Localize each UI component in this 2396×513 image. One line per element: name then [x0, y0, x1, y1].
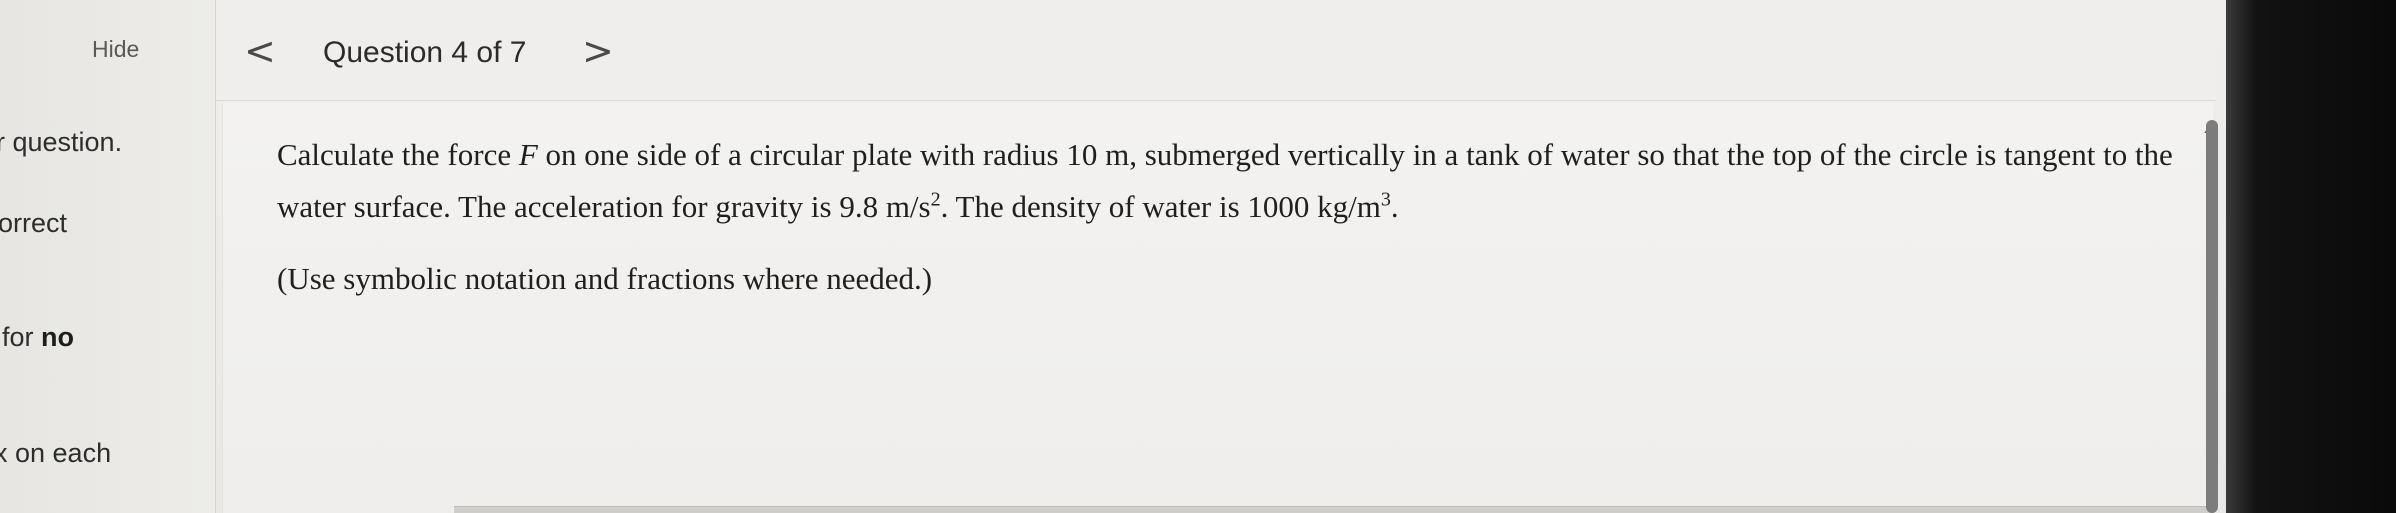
- question-text-part1: Calculate the force: [277, 137, 519, 172]
- exponent-2: 2: [930, 188, 941, 211]
- question-hint: (Use symbolic notation and fractions whe…: [277, 261, 933, 296]
- question-text-part4: .: [1390, 189, 1399, 224]
- exponent-3: 3: [1380, 188, 1391, 211]
- hide-button[interactable]: Hide: [92, 36, 139, 63]
- sidebar-text-for-no: for no: [2, 322, 74, 353]
- sidebar-text-for: for: [2, 322, 34, 352]
- sidebar-text-no: no: [41, 322, 75, 352]
- variable-f: F: [518, 137, 538, 172]
- answer-area-edge[interactable]: [454, 506, 2214, 513]
- question-text-part3: . The density of water is 1000 kg/m: [940, 189, 1381, 224]
- question-text: Calculate the force F on one side of a c…: [277, 129, 2207, 233]
- screen-bezel: [2226, 0, 2396, 513]
- sidebar-text-question: r question.: [0, 127, 123, 157]
- sidebar: Hide r question. orrect for no x on each: [0, 0, 216, 513]
- chevron-left-icon[interactable]: <: [244, 32, 276, 70]
- sidebar-text-correct: orrect: [0, 208, 68, 238]
- sidebar-text-on-each: x on each: [0, 438, 112, 468]
- question-panel: Calculate the force F on one side of a c…: [222, 103, 2213, 513]
- question-counter: Question 4 of 7: [323, 36, 527, 69]
- chevron-right-icon[interactable]: >: [582, 32, 614, 70]
- question-nav-bar: < Question 4 of 7 >: [216, 12, 2216, 101]
- page: Hide r question. orrect for no x on each…: [0, 0, 2396, 513]
- scrollbar[interactable]: [2206, 120, 2218, 513]
